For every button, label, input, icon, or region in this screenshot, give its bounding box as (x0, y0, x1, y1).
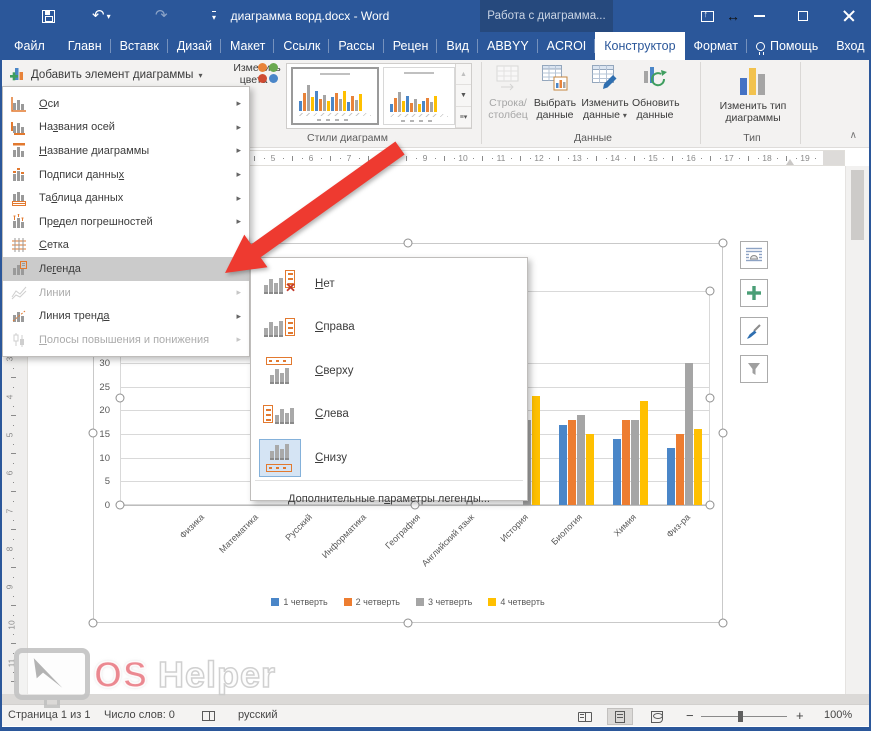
page-gap (0, 694, 871, 704)
zoom-level[interactable]: 100% (824, 705, 852, 727)
refresh-data-button[interactable]: Обновитьданные (632, 62, 678, 130)
chart-elements-button[interactable] (740, 279, 768, 307)
submenu-item-label: Сверху (315, 365, 353, 377)
layout-options-button[interactable] (740, 241, 768, 269)
menu-item-updown-bars: Полосы повышения и понижения ▸ (3, 328, 249, 352)
legend-right-icon (259, 308, 301, 346)
layout-options-icon (745, 246, 763, 264)
change-chart-type-button[interactable]: Изменить тип диаграммы (712, 62, 794, 130)
submenu-item-top[interactable]: Сверху (251, 349, 527, 393)
tab-lightbulb[interactable]: Помощь (747, 32, 827, 60)
legend-left-icon (259, 395, 301, 433)
minimize-button[interactable] (742, 0, 776, 32)
submenu-item-label: Снизу (315, 452, 347, 464)
menu-item-label: Полосы повышения и понижения (39, 334, 209, 346)
menu-item-trendline[interactable]: Линия тренда ▸ (3, 304, 249, 328)
window-bottom-edge (0, 727, 871, 731)
legend-more-options-item[interactable]: Дополнительные параметры легенды... (251, 486, 527, 512)
tab-вид[interactable]: Вид (437, 32, 478, 60)
collapse-ribbon-icon[interactable]: ∧ (850, 130, 857, 141)
gallery-scroll: ▲ ▼ ≡▾ (455, 64, 471, 128)
close-button[interactable] (832, 0, 866, 32)
gallery-scroll-down-icon[interactable]: ▼ (456, 85, 471, 106)
chart-filters-button[interactable] (740, 355, 768, 383)
submenu-item-right[interactable]: Справа (251, 306, 527, 350)
gallery-more-icon[interactable]: ≡▾ (456, 107, 471, 128)
tab-конструктор[interactable]: Конструктор (595, 32, 684, 60)
row-column-button: Строка/столбец (486, 62, 530, 130)
language-status[interactable]: русский (238, 705, 277, 727)
plus-icon (746, 285, 762, 301)
submenu-arrow-icon: ▸ (236, 334, 241, 345)
tab-abbyy[interactable]: ABBYY (478, 32, 538, 60)
zoom-slider-thumb[interactable] (738, 711, 743, 722)
tab-вход[interactable]: Вход (827, 32, 871, 60)
zoom-in-button[interactable]: + (796, 705, 804, 727)
annotation-arrow (0, 0, 440, 300)
menu-item-label: Линия тренда (39, 310, 110, 322)
contextual-tab-header: Работа с диаграмма... (480, 0, 613, 32)
funnel-icon (745, 360, 763, 378)
edit-data-icon (580, 65, 630, 94)
page-number-status[interactable]: Страница 1 из 1 (8, 705, 90, 727)
tab-формат[interactable]: Формат (685, 32, 747, 60)
chart-styles-button[interactable] (740, 317, 768, 345)
submenu-item-bottom[interactable]: Снизу (251, 436, 527, 480)
proofing-icon[interactable] (202, 711, 215, 721)
gallery-scroll-up-icon[interactable]: ▲ (456, 64, 471, 85)
edit-data-button[interactable]: Изменитьданные ▾ (580, 62, 630, 130)
scrollbar-thumb[interactable] (851, 170, 864, 240)
word-count-status[interactable]: Число слов: 0 (104, 705, 175, 727)
group-label-data: Данные (540, 132, 646, 146)
submenu-item-left[interactable]: Слева (251, 393, 527, 437)
row-column-icon (486, 65, 530, 94)
legend-top-icon (259, 352, 301, 390)
zoom-slider[interactable] (701, 716, 787, 717)
print-layout-icon[interactable] (607, 708, 633, 725)
submenu-item-label: Слева (315, 408, 349, 420)
submenu-item-label: Справа (315, 321, 355, 333)
refresh-data-icon (632, 65, 678, 94)
vertical-scrollbar[interactable] (845, 166, 869, 694)
trendline-icon (11, 308, 27, 324)
word-window: ↶▾ ↷ ▾ диаграмма ворд.docx - Word Работа… (0, 0, 871, 731)
legend-bottom-icon (259, 439, 301, 477)
brush-icon (745, 322, 763, 340)
maximize-button[interactable] (786, 0, 820, 32)
updown-bars-icon (11, 332, 27, 348)
read-mode-icon[interactable] (572, 708, 598, 725)
tab-acroi[interactable]: ACROI (538, 32, 596, 60)
status-bar: Страница 1 из 1 Число слов: 0 русский − … (0, 704, 871, 726)
zoom-out-button[interactable]: − (686, 705, 694, 727)
select-data-button[interactable]: Выбратьданные (532, 62, 578, 130)
submenu-arrow-icon: ▸ (236, 311, 241, 322)
group-label-type: Тип (720, 132, 784, 146)
change-chart-type-icon (738, 65, 768, 97)
select-data-icon (532, 65, 578, 94)
lightbulb-icon (756, 42, 765, 51)
web-layout-icon[interactable] (644, 708, 670, 725)
right-indent-marker[interactable] (786, 159, 794, 165)
